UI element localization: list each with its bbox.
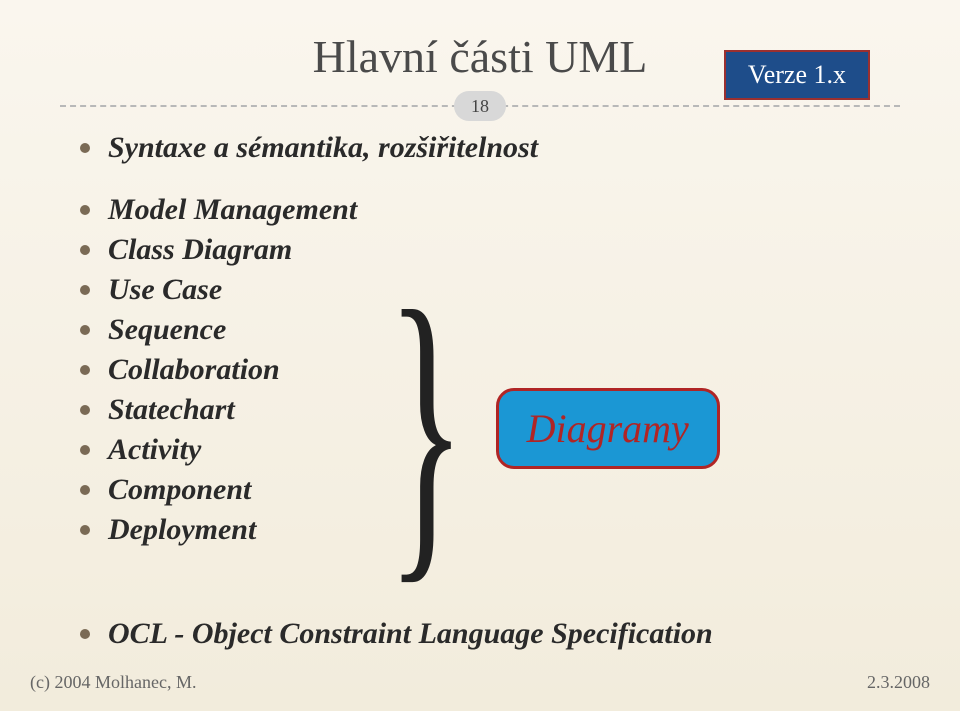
bullet-icon bbox=[80, 245, 90, 255]
diagram-label-box: Diagramy bbox=[496, 388, 720, 469]
list-item: Model Management bbox=[80, 193, 357, 227]
bullet-icon bbox=[80, 525, 90, 535]
bullet-icon bbox=[80, 485, 90, 495]
footer-right: 2.3.2008 bbox=[867, 672, 930, 693]
content-row: Model Management Class Diagram Use Case … bbox=[60, 193, 900, 593]
item-text: Model Management bbox=[108, 193, 357, 227]
list-item: Deployment bbox=[80, 513, 357, 547]
item-text: Component bbox=[108, 473, 251, 507]
bottom-text: OCL - Object Constraint Language Specifi… bbox=[108, 617, 713, 651]
list-item: Component bbox=[80, 473, 357, 507]
list-item: Activity bbox=[80, 433, 357, 467]
bottom-item: OCL - Object Constraint Language Specifi… bbox=[60, 617, 900, 651]
item-text: Activity bbox=[108, 433, 201, 467]
bullet-icon bbox=[80, 285, 90, 295]
subtitle-text: Syntaxe a sémantika, rozšiřitelnost bbox=[108, 131, 538, 165]
slide: Hlavní části UML Verze 1.x 18 Syntaxe a … bbox=[0, 0, 960, 711]
bullet-icon bbox=[80, 143, 90, 153]
item-text: Sequence bbox=[108, 313, 226, 347]
list-item: Sequence bbox=[80, 313, 357, 347]
slide-number: 18 bbox=[454, 91, 506, 121]
footer: (c) 2004 Molhanec, M. 2.3.2008 bbox=[30, 672, 930, 693]
item-text: Statechart bbox=[108, 393, 235, 427]
item-list: Model Management Class Diagram Use Case … bbox=[60, 193, 357, 553]
brace-icon: } bbox=[387, 263, 466, 593]
item-text: Collaboration bbox=[108, 353, 280, 387]
list-item: Class Diagram bbox=[80, 233, 357, 267]
title-row: Hlavní části UML Verze 1.x bbox=[60, 30, 900, 83]
slide-title: Hlavní části UML bbox=[313, 30, 648, 83]
item-text: Class Diagram bbox=[108, 233, 292, 267]
list-item: Use Case bbox=[80, 273, 357, 307]
bullet-icon bbox=[80, 405, 90, 415]
list-item: Collaboration bbox=[80, 353, 357, 387]
footer-left: (c) 2004 Molhanec, M. bbox=[30, 672, 196, 693]
subtitle-item: Syntaxe a sémantika, rozšiřitelnost bbox=[60, 131, 900, 165]
bullet-icon bbox=[80, 325, 90, 335]
item-text: Deployment bbox=[108, 513, 256, 547]
bullet-icon bbox=[80, 445, 90, 455]
bullet-icon bbox=[80, 205, 90, 215]
bullet-icon bbox=[80, 365, 90, 375]
list-item: Statechart bbox=[80, 393, 357, 427]
version-badge: Verze 1.x bbox=[724, 50, 870, 100]
bullet-icon bbox=[80, 629, 90, 639]
item-text: Use Case bbox=[108, 273, 222, 307]
diagram-callout: } Diagramy bbox=[377, 263, 720, 593]
